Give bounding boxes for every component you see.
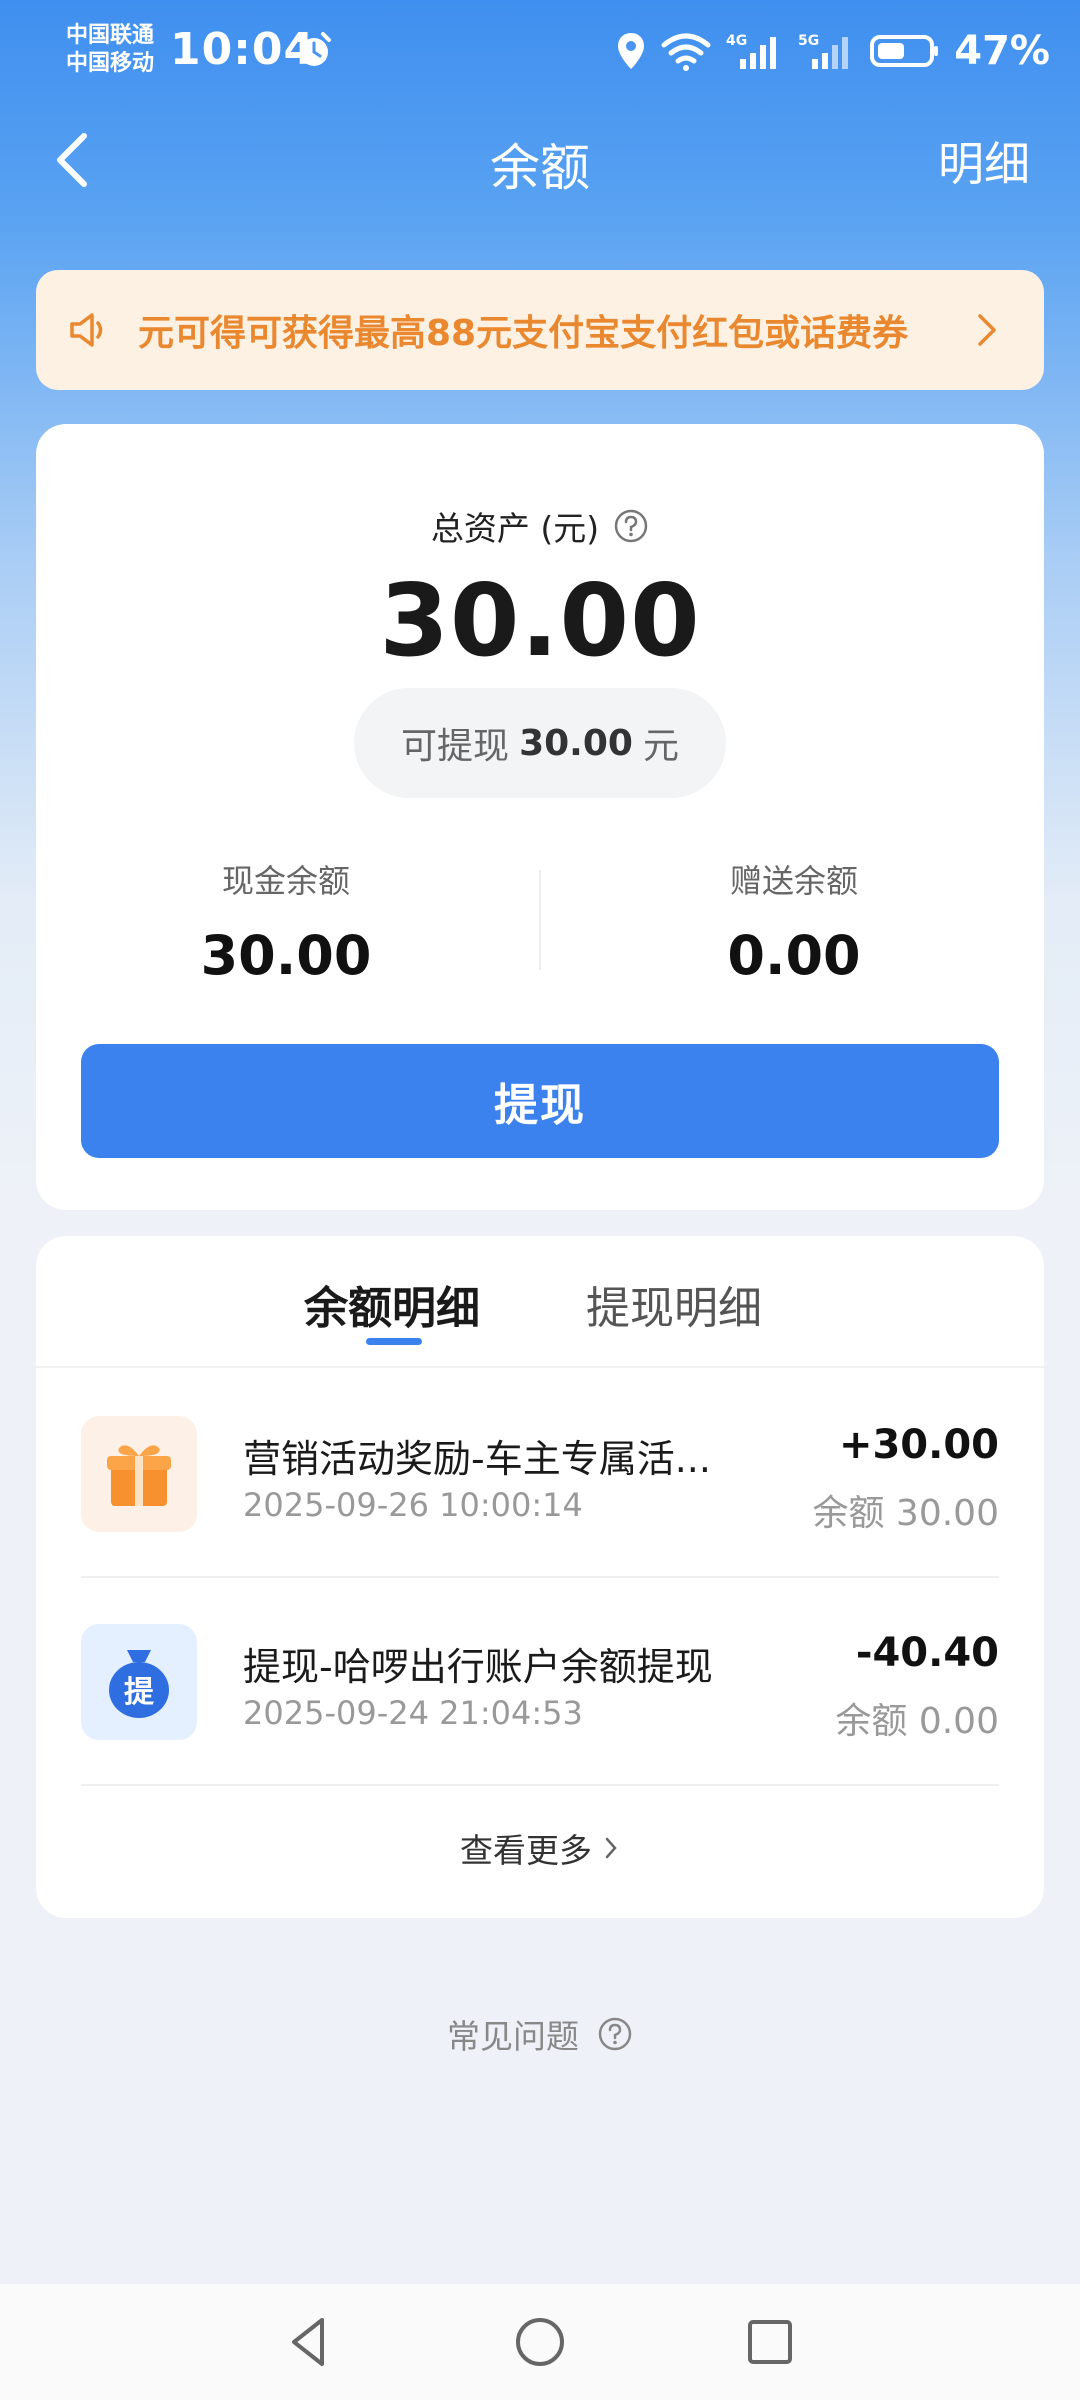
divider — [539, 870, 541, 970]
total-assets-text: 总资产 (元) — [430, 509, 600, 548]
alarm-icon — [297, 32, 331, 66]
tab-indicator — [366, 1338, 422, 1345]
wifi-icon — [661, 33, 711, 71]
bonus-balance-label: 赠送余额 — [729, 862, 858, 900]
balance-card: 总资产 (元) 30.00 可提现 30.00 元 现金余额 30.00 赠送余… — [36, 424, 1044, 1210]
system-nav-bar — [0, 2284, 1080, 2400]
signal-4g-icon: 4G — [726, 33, 777, 69]
banner-text: 元可得可获得最高88元支付宝支付红包或话费券 — [138, 313, 909, 354]
page-title: 余额 — [490, 139, 590, 197]
nav-recent-icon[interactable] — [738, 2310, 802, 2374]
chevron-right-icon — [605, 1837, 617, 1859]
gift-icon — [81, 1416, 197, 1532]
status-bar: 中国联通 中国移动 10:04 4G 5G 47% — [0, 0, 1080, 110]
nav-bar: 余额 明细 — [0, 110, 1080, 210]
list-item-title: 营销活动奖励-车主专属活... — [243, 1437, 711, 1481]
faq-link[interactable]: 常见问题 — [0, 2010, 1080, 2058]
svg-text:5G: 5G — [798, 33, 819, 49]
cash-balance: 现金余额 30.00 — [56, 856, 516, 987]
see-more-link[interactable]: 查看更多 — [36, 1824, 1044, 1872]
chevron-right-icon — [978, 314, 996, 346]
battery-icon — [870, 35, 939, 67]
see-more-label: 查看更多 — [460, 1831, 592, 1870]
money-bag-icon: 提 — [81, 1624, 197, 1740]
bonus-balance: 赠送余额 0.00 — [564, 856, 1024, 987]
battery-percent: 47% — [954, 28, 1050, 74]
withdrawable-unit: 元 — [642, 726, 679, 767]
cash-balance-label: 现金余额 — [221, 862, 350, 900]
list-item-balance: 余额 0.00 — [835, 1701, 999, 1742]
money-bag-icon-text: 提 — [124, 1675, 155, 1710]
detail-link[interactable]: 明细 — [938, 128, 1030, 194]
promo-banner[interactable]: 元可得可获得最高88元支付宝支付红包或话费券 — [36, 270, 1044, 390]
withdrawable-pill: 可提现 30.00 元 — [354, 688, 726, 798]
nav-back-icon[interactable] — [278, 2310, 342, 2374]
list-item[interactable]: 提 提现-哈啰出行账户余额提现 2025-09-24 21:04:53 -40.… — [81, 1578, 999, 1786]
help-icon[interactable] — [613, 508, 649, 544]
list-item-time: 2025-09-26 10:00:14 — [243, 1486, 583, 1524]
carrier-2: 中国移动 — [66, 51, 155, 76]
list-item-title: 提现-哈啰出行账户余额提现 — [243, 1645, 713, 1689]
list-item-time: 2025-09-24 21:04:53 — [243, 1694, 583, 1732]
withdrawable-amount: 30.00 — [519, 722, 633, 764]
list-item-balance: 余额 30.00 — [812, 1493, 999, 1534]
list-item-amount: -40.40 — [855, 1630, 999, 1676]
svg-text:4G: 4G — [726, 33, 747, 49]
withdrawable-prefix: 可提现 — [401, 726, 510, 767]
total-assets-label: 总资产 (元) — [36, 502, 1044, 550]
records-tabs: 余额明细 提现明细 — [36, 1236, 1044, 1368]
cash-balance-value: 30.00 — [200, 924, 372, 987]
tab-withdraw-detail[interactable]: 提现明细 — [586, 1272, 762, 1336]
faq-label: 常见问题 — [447, 2017, 579, 2056]
list-item-amount: +30.00 — [838, 1422, 999, 1468]
bonus-balance-value: 0.00 — [727, 924, 861, 987]
nav-home-icon[interactable] — [508, 2310, 572, 2374]
help-icon — [598, 2017, 632, 2051]
records-card: 余额明细 提现明细 营销活动奖励-车主专属活... 2025-09-26 10:… — [36, 1236, 1044, 1918]
total-amount: 30.00 — [379, 562, 701, 679]
list-item[interactable]: 营销活动奖励-车主专属活... 2025-09-26 10:00:14 +30.… — [81, 1370, 999, 1578]
tab-balance-detail[interactable]: 余额明细 — [304, 1272, 480, 1336]
carrier-1: 中国联通 — [66, 23, 155, 48]
signal-5g-icon: 5G — [798, 33, 849, 69]
carrier-names: 中国联通 中国移动 — [66, 22, 154, 78]
location-icon — [618, 33, 645, 69]
speaker-icon — [70, 313, 103, 347]
withdraw-button[interactable]: 提现 — [81, 1044, 999, 1158]
